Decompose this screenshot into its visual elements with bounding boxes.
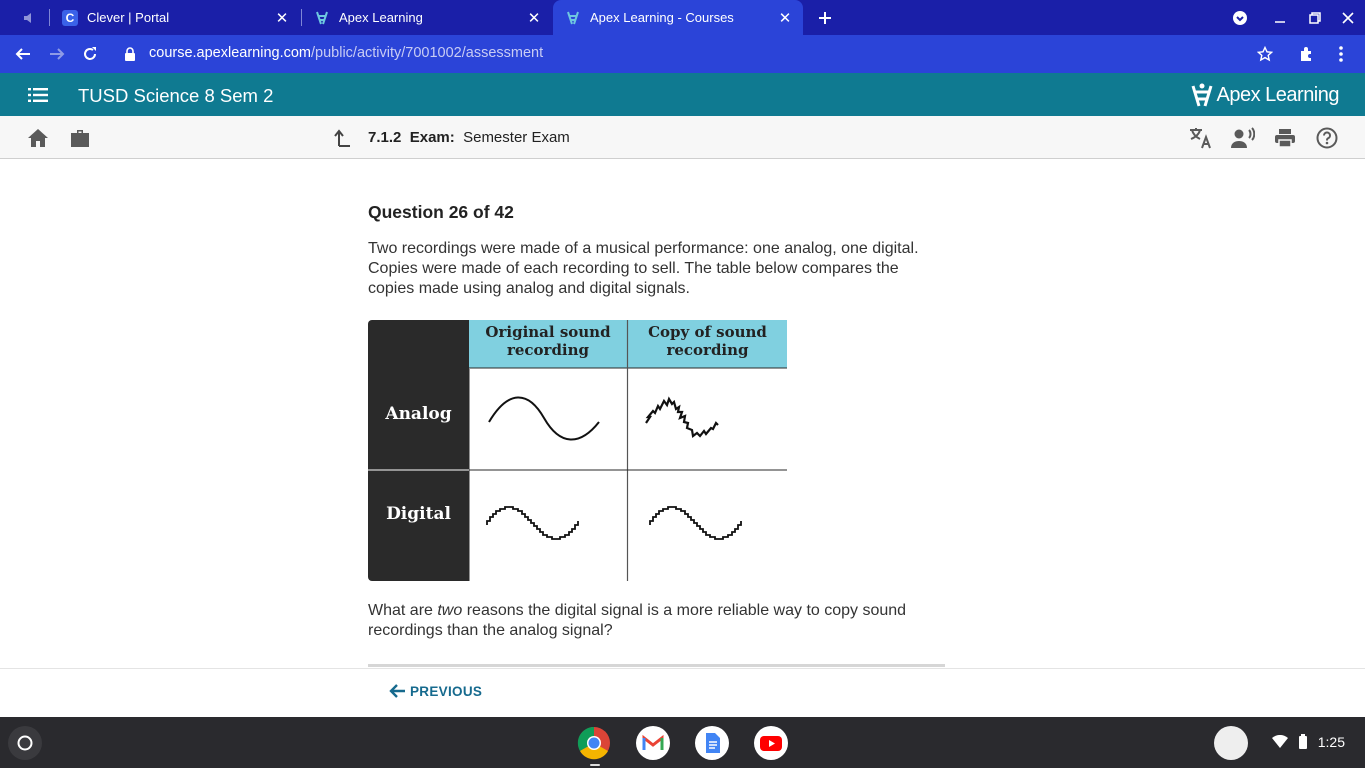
activity-bar: 7.1.2 Exam: Semester Exam bbox=[0, 116, 1365, 159]
section-divider bbox=[368, 664, 945, 667]
close-window-icon[interactable] bbox=[1331, 0, 1365, 35]
question-number: Question 26 of 42 bbox=[368, 202, 514, 222]
new-tab-plus-icon[interactable] bbox=[808, 0, 842, 35]
tab-clever[interactable]: C Clever | Portal ✕ bbox=[50, 0, 300, 35]
close-icon[interactable]: ✕ bbox=[522, 9, 546, 27]
battery-icon[interactable] bbox=[1298, 734, 1308, 755]
browser-tab-strip: C Clever | Portal ✕ Apex Learning ✕ Apex… bbox=[0, 0, 1365, 35]
extensions-puzzle-icon[interactable] bbox=[1290, 35, 1324, 73]
briefcase-icon[interactable] bbox=[63, 116, 97, 159]
assessment-footer: PREVIOUS bbox=[0, 668, 1365, 717]
chrome-menu-icon[interactable] bbox=[1324, 35, 1358, 73]
active-app-indicator bbox=[590, 764, 600, 766]
back-arrow-icon[interactable] bbox=[6, 35, 40, 73]
apex-learning-logo[interactable]: Apex Learning bbox=[1191, 82, 1340, 108]
analog-original-wave bbox=[488, 396, 600, 441]
url-field[interactable]: course.apexlearning.com/public/activity/… bbox=[149, 45, 543, 61]
tab-apex-learning[interactable]: Apex Learning ✕ bbox=[302, 0, 552, 35]
browser-toolbar: course.apexlearning.com/public/activity/… bbox=[0, 35, 1365, 73]
activity-title: 7.1.2 Exam: Semester Exam bbox=[368, 129, 570, 146]
minimize-icon[interactable] bbox=[1263, 0, 1297, 35]
translate-icon[interactable] bbox=[1184, 116, 1218, 159]
tab-apex-courses[interactable]: Apex Learning - Courses ✕ bbox=[553, 0, 803, 35]
print-icon[interactable] bbox=[1268, 116, 1302, 159]
digital-original-wave bbox=[486, 506, 579, 540]
tab-search-icon[interactable] bbox=[1223, 0, 1257, 35]
close-icon[interactable]: ✕ bbox=[773, 9, 797, 27]
signal-comparison-table: Original sound recording Copy of sound r… bbox=[368, 320, 787, 581]
course-title: TUSD Science 8 Sem 2 bbox=[78, 85, 274, 106]
analog-copy-wave bbox=[645, 396, 719, 438]
forward-arrow-icon[interactable] bbox=[40, 35, 74, 73]
tab-title: Apex Learning - Courses bbox=[590, 10, 734, 25]
help-icon[interactable] bbox=[1310, 116, 1344, 159]
home-icon[interactable] bbox=[21, 116, 55, 159]
chrome-app-icon[interactable] bbox=[577, 726, 611, 760]
question-intro: Two recordings were made of a musical pe… bbox=[368, 240, 919, 297]
text-to-speech-icon[interactable] bbox=[1226, 116, 1260, 159]
digital-copy-wave bbox=[649, 506, 742, 540]
restore-icon[interactable] bbox=[1298, 0, 1332, 35]
bookmark-star-icon[interactable] bbox=[1248, 35, 1282, 73]
waveform-drawings bbox=[368, 320, 787, 581]
apex-icon bbox=[565, 10, 581, 26]
youtube-app-icon[interactable] bbox=[754, 726, 788, 760]
left-arrow-icon bbox=[389, 684, 405, 698]
clever-c-icon: C bbox=[62, 9, 78, 26]
tote-holding-space-icon[interactable] bbox=[1214, 726, 1248, 760]
wifi-icon[interactable] bbox=[1272, 734, 1288, 754]
docs-app-icon[interactable] bbox=[695, 726, 729, 760]
menu-list-icon[interactable] bbox=[21, 73, 55, 116]
tab-title: Apex Learning bbox=[339, 10, 423, 25]
tab-title: Clever | Portal bbox=[87, 10, 170, 25]
gmail-app-icon[interactable] bbox=[636, 726, 670, 760]
close-icon[interactable]: ✕ bbox=[270, 9, 294, 27]
course-header: TUSD Science 8 Sem 2 Apex Learning bbox=[0, 73, 1365, 116]
os-shelf: 1:25 bbox=[0, 717, 1365, 768]
muted-speaker-icon[interactable] bbox=[11, 0, 47, 35]
apex-logo-icon bbox=[1191, 83, 1212, 107]
up-arrow-icon[interactable] bbox=[325, 116, 359, 159]
question-prompt: What are two reasons the digital signal … bbox=[368, 602, 907, 639]
system-clock[interactable]: 1:25 bbox=[1318, 734, 1345, 750]
launcher-icon[interactable] bbox=[8, 726, 42, 760]
previous-button[interactable]: PREVIOUS bbox=[388, 683, 482, 699]
reload-icon[interactable] bbox=[73, 35, 107, 73]
lock-icon[interactable] bbox=[114, 35, 146, 73]
apex-icon bbox=[314, 10, 330, 26]
